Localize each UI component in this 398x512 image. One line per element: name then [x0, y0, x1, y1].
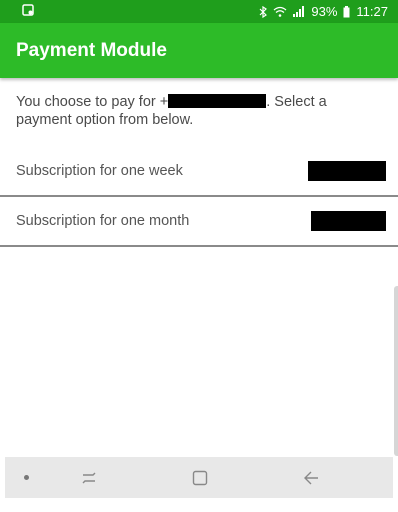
wifi-icon	[273, 6, 287, 17]
redacted-price	[308, 161, 386, 181]
back-icon[interactable]	[300, 467, 322, 489]
edge-panel-handle[interactable]	[394, 286, 398, 456]
option-label: Subscription for one month	[16, 213, 190, 229]
signal-icon	[293, 6, 305, 17]
option-one-month[interactable]: Subscription for one month	[0, 197, 398, 247]
status-left	[22, 4, 34, 19]
status-bar: 93% 11:27	[0, 0, 398, 23]
redacted-price	[311, 211, 386, 231]
option-one-week[interactable]: Subscription for one week	[0, 147, 398, 197]
option-label: Subscription for one week	[16, 163, 183, 179]
recents-icon[interactable]	[78, 467, 100, 489]
bluetooth-icon	[259, 5, 268, 18]
battery-percent: 93%	[311, 4, 338, 19]
clock: 11:27	[356, 4, 388, 19]
redacted-phone-number	[168, 94, 267, 108]
notification-icon	[22, 4, 34, 19]
home-icon[interactable]	[189, 467, 211, 489]
page-title: Payment Module	[16, 39, 167, 61]
intro-text-before: You choose to pay for +	[16, 94, 169, 110]
navigation-bar	[5, 457, 393, 498]
status-right: 93% 11:27	[259, 4, 388, 19]
nav-dot-icon[interactable]	[24, 475, 29, 480]
app-bar: Payment Module	[0, 23, 398, 78]
intro-message: You choose to pay for +. Select a paymen…	[16, 93, 356, 129]
battery-icon	[343, 5, 350, 18]
